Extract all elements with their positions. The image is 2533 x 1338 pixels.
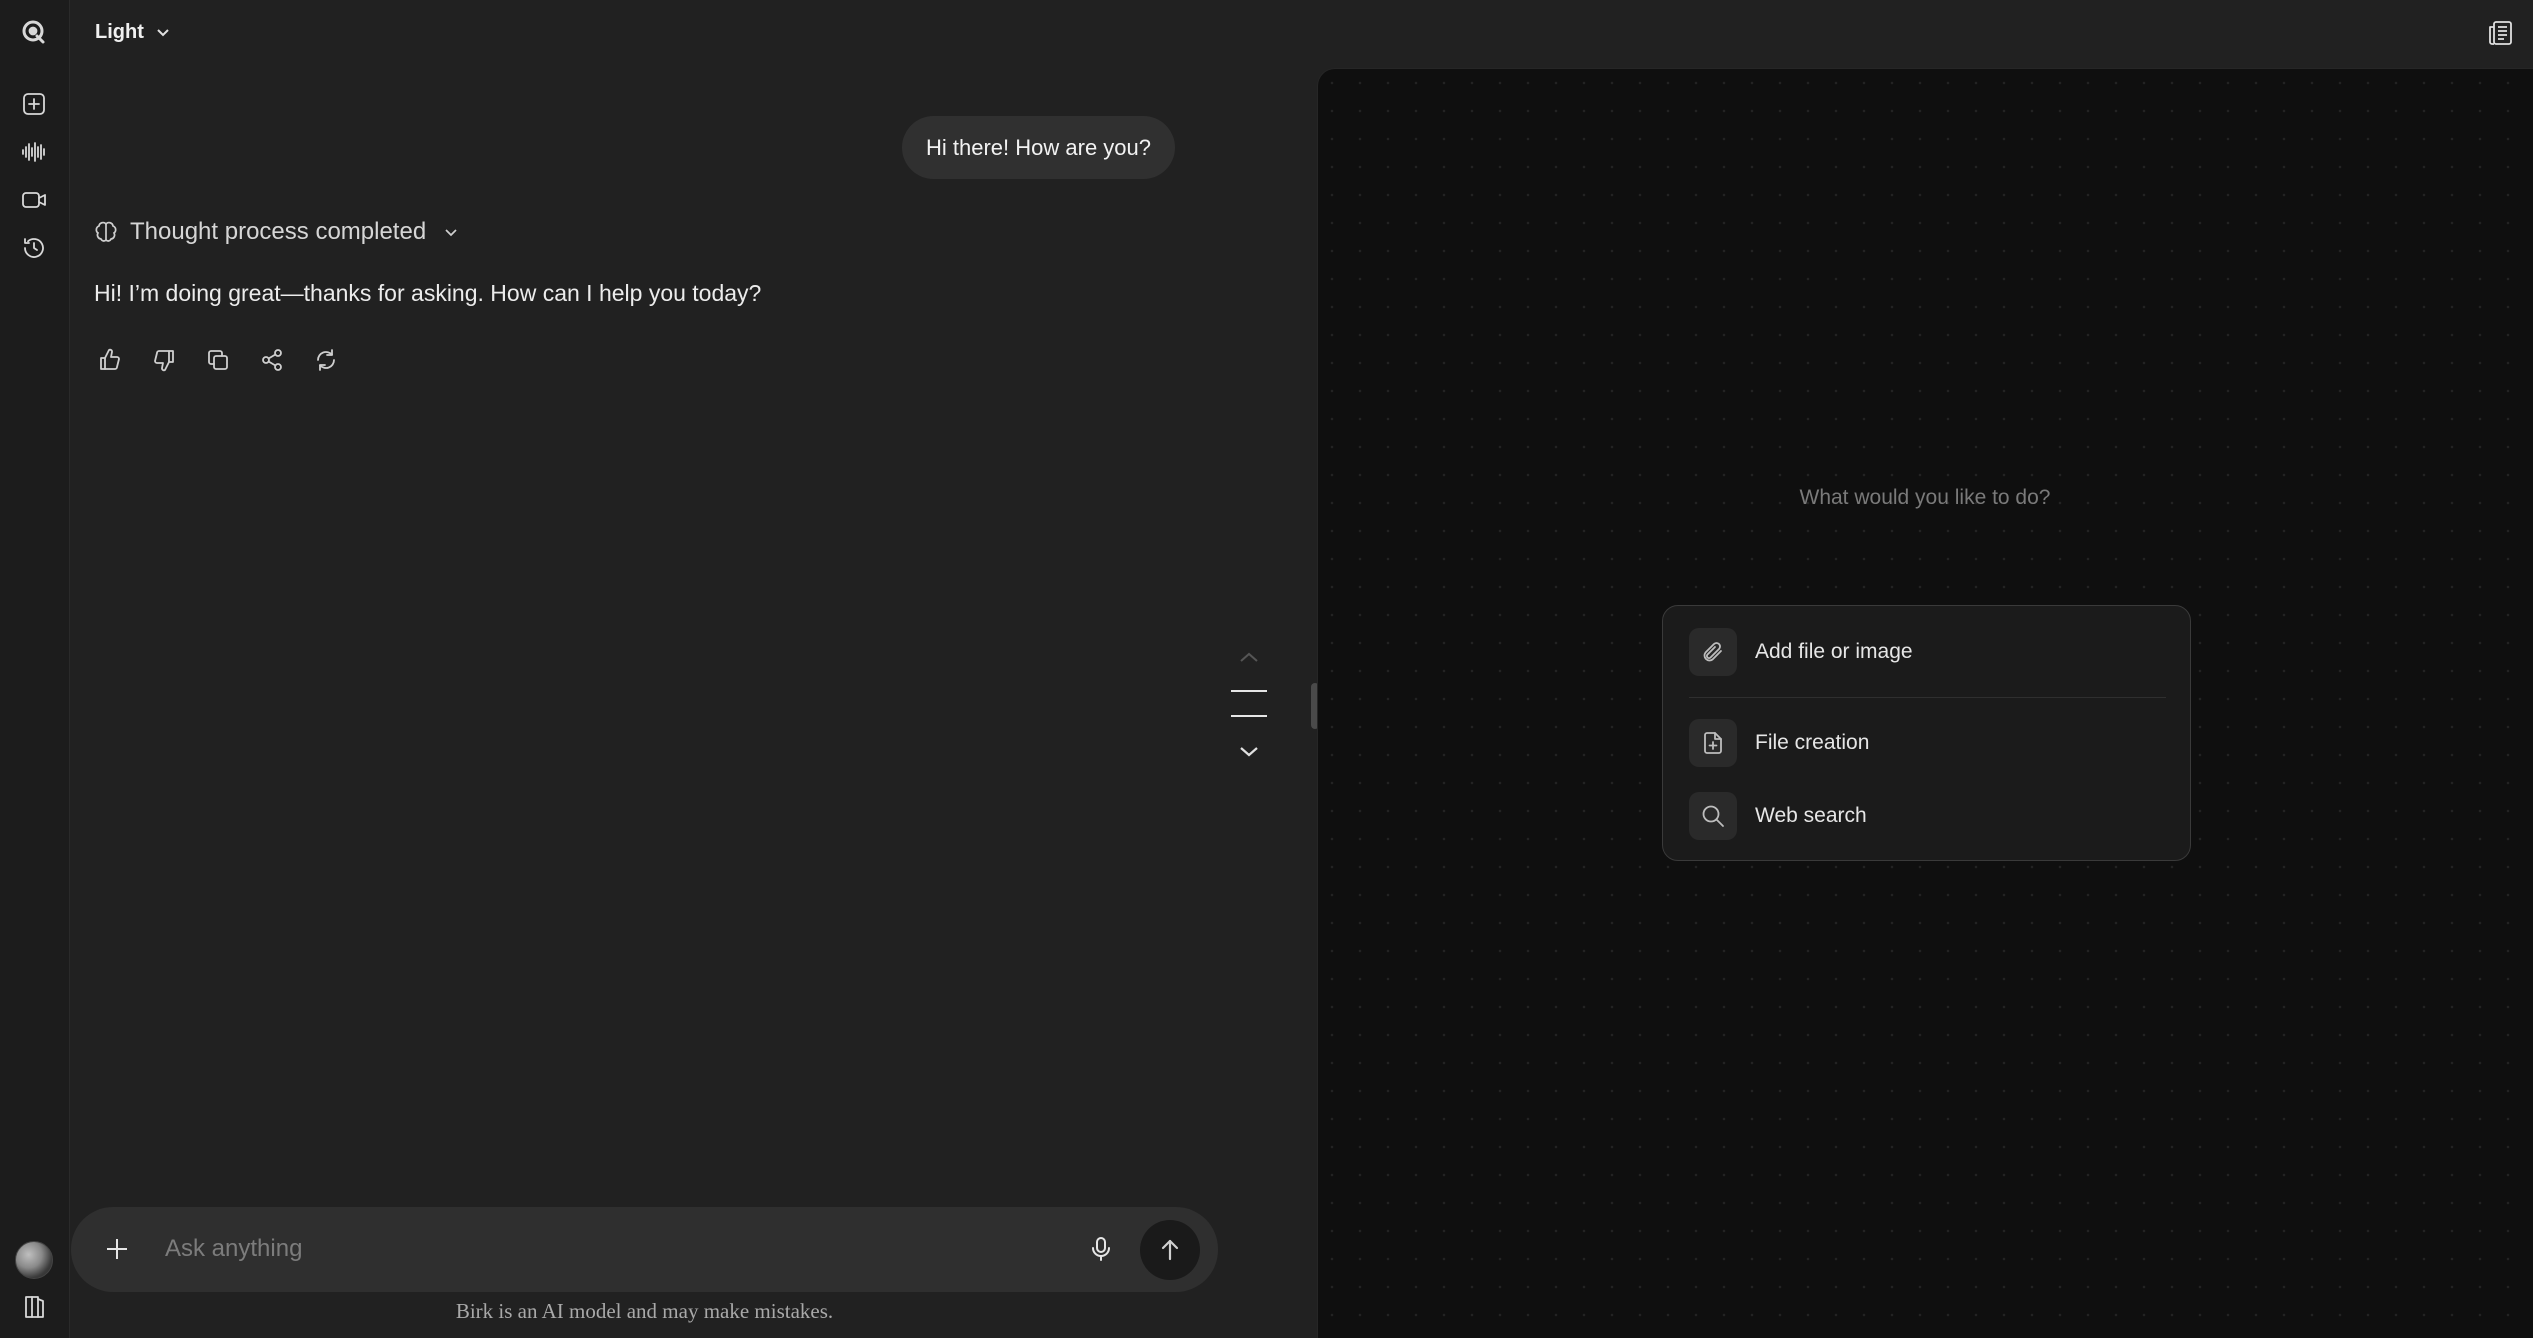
file-creation-label: File creation — [1755, 731, 1870, 754]
logo-icon[interactable] — [17, 15, 51, 49]
copy-icon[interactable] — [202, 344, 234, 376]
file-creation-option[interactable]: File creation — [1689, 719, 1869, 767]
chevron-down-icon — [157, 29, 169, 37]
web-search-label: Web search — [1755, 804, 1867, 827]
share-icon[interactable] — [256, 344, 288, 376]
add-file-label: Add file or image — [1755, 640, 1913, 663]
web-search-option[interactable]: Web search — [1689, 792, 1867, 840]
message-marker[interactable] — [1231, 690, 1267, 692]
avatar[interactable] — [15, 1241, 53, 1279]
user-message-bubble: Hi there! How are you? — [902, 116, 1175, 179]
composer — [71, 1207, 1218, 1292]
thought-process-toggle[interactable]: Thought process completed — [94, 218, 460, 246]
scroll-up-icon[interactable] — [1236, 647, 1262, 667]
app-window: Light Hi there! How are you? Thought pro… — [0, 0, 2533, 1338]
paperclip-icon — [1689, 628, 1737, 676]
arrow-up-icon — [1161, 1239, 1179, 1261]
voice-icon[interactable] — [17, 135, 51, 169]
search-icon — [1689, 792, 1737, 840]
message-actions — [94, 344, 342, 376]
new-chat-icon[interactable] — [17, 87, 51, 121]
regenerate-icon[interactable] — [310, 344, 342, 376]
send-button[interactable] — [1140, 1220, 1200, 1280]
canvas-prompt: What would you like to do? — [1799, 486, 2051, 509]
thumbs-up-icon[interactable] — [94, 344, 126, 376]
chevron-down-icon — [445, 229, 457, 237]
history-icon[interactable] — [17, 231, 51, 265]
assistant-message: Hi! I’m doing great—thanks for asking. H… — [94, 280, 762, 306]
disclaimer: Birk is an AI model and may make mistake… — [455, 1299, 834, 1323]
canvas-toggle-icon[interactable] — [2483, 16, 2517, 50]
menu-divider — [1689, 697, 2166, 698]
thought-process-label: Thought process completed — [130, 218, 427, 245]
left-rail — [0, 0, 70, 1338]
message-input[interactable] — [165, 1227, 1125, 1271]
model-label: Light — [95, 20, 144, 43]
message-marker[interactable] — [1231, 715, 1267, 717]
brain-icon — [95, 221, 117, 242]
scroll-down-icon[interactable] — [1236, 742, 1262, 762]
microphone-icon[interactable] — [1083, 1231, 1119, 1267]
video-icon[interactable] — [17, 183, 51, 217]
user-message-text: Hi there! How are you? — [926, 134, 1151, 160]
thumbs-down-icon[interactable] — [148, 344, 180, 376]
plus-icon[interactable] — [99, 1231, 135, 1267]
model-selector[interactable]: Light — [95, 18, 172, 46]
library-icon[interactable] — [17, 1290, 51, 1324]
canvas-options-menu: Add file or image File creation Web sear… — [1662, 605, 2191, 861]
file-plus-icon — [1689, 719, 1737, 767]
add-file-option[interactable]: Add file or image — [1689, 628, 1913, 676]
